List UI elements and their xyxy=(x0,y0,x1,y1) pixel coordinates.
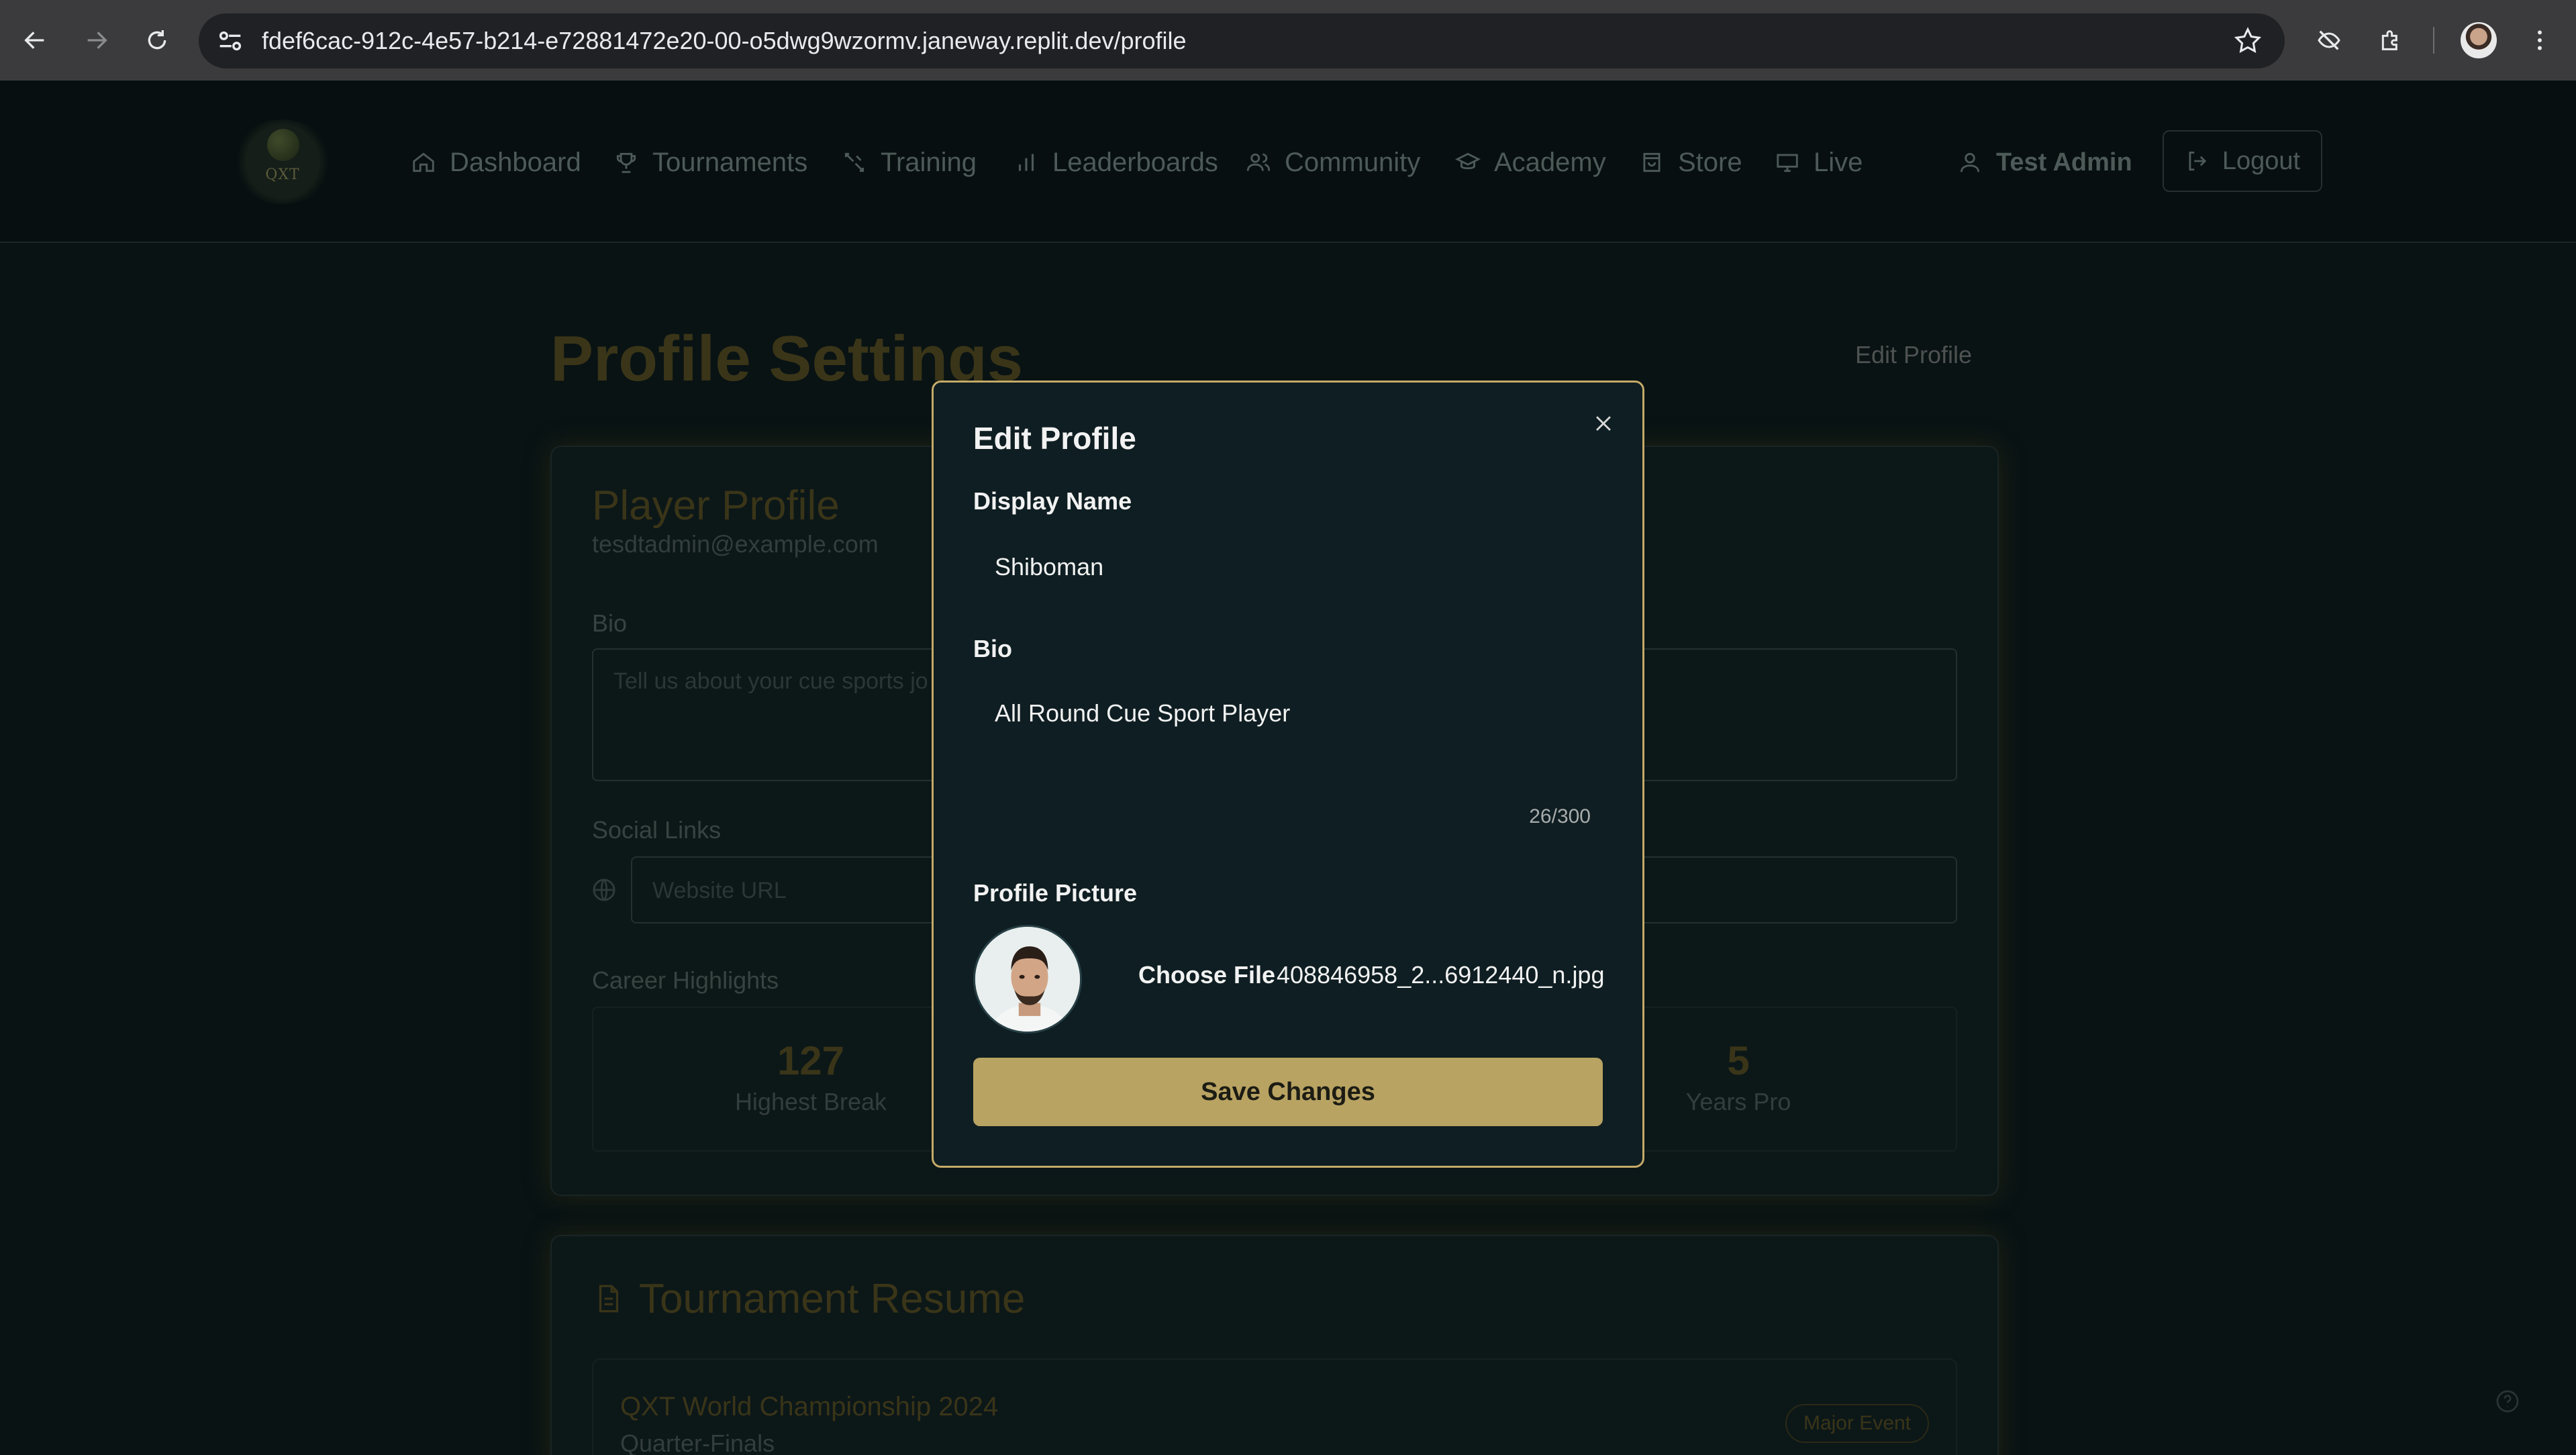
resume-event-result: Quarter-Finals xyxy=(620,1429,775,1455)
reload-icon xyxy=(148,30,166,50)
stat-label: Highest Break xyxy=(734,1088,887,1115)
display-name-label: Display Name xyxy=(973,487,1132,515)
nav-label: Community xyxy=(1285,147,1421,177)
profile-picture-label: Profile Picture xyxy=(973,879,1138,907)
career-highlights-label: Career Highlights xyxy=(592,966,779,994)
choose-file-button[interactable]: Choose File xyxy=(1138,961,1275,989)
nav-live[interactable]: Live xyxy=(1775,141,1863,184)
logout-button[interactable]: Logout xyxy=(2163,130,2322,192)
nav-store[interactable]: Store xyxy=(1639,141,1742,184)
display-name-input[interactable] xyxy=(973,538,1603,596)
bio-label: Bio xyxy=(592,609,628,637)
home-icon xyxy=(413,152,434,172)
store-icon xyxy=(1643,152,1661,172)
toolbar-divider xyxy=(2433,27,2434,54)
eye-off-extension-icon xyxy=(2318,30,2340,50)
major-event-badge: Major Event xyxy=(1785,1404,1929,1443)
bio-textarea[interactable]: All Round Cue Sport Player xyxy=(973,685,1603,805)
social-links-label: Social Links xyxy=(592,816,722,844)
modal-title: Edit Profile xyxy=(973,421,1136,456)
website-placeholder: Website URL xyxy=(652,878,787,903)
forward-button[interactable] xyxy=(78,21,115,59)
user-menu[interactable]: Test Admin xyxy=(1957,141,2132,184)
nav-label: Leaderboards xyxy=(1052,147,1218,177)
url-text[interactable]: fdef6cac-912c-4e57-b214-e72881472e20-00-… xyxy=(262,13,1187,68)
browser-profile-avatar[interactable] xyxy=(2461,22,2497,58)
profile-avatar xyxy=(973,925,1082,1034)
nav-label: Training xyxy=(881,147,977,177)
url-host: fdef6cac-912c-4e57-b214-e72881472e20-00-… xyxy=(262,27,1114,54)
site-settings-icon[interactable] xyxy=(215,26,246,56)
forward-arrow-icon xyxy=(87,32,107,49)
extension-button[interactable] xyxy=(2310,21,2348,59)
logo-ball-icon xyxy=(267,129,299,161)
stat-value: 5 xyxy=(1727,1038,1750,1083)
url-path: /profile xyxy=(1113,27,1187,54)
nav-tournaments[interactable]: Tournaments xyxy=(613,141,807,184)
bio-placeholder: Tell us about your cue sports jo xyxy=(613,668,928,694)
reload-button[interactable] xyxy=(138,21,176,59)
bar-chart-icon xyxy=(1018,154,1034,171)
trophy-icon xyxy=(616,152,636,173)
nav-label: Live xyxy=(1814,147,1863,177)
close-modal-button[interactable] xyxy=(1588,408,1619,439)
user-icon xyxy=(1960,152,1980,172)
nav-label: Academy xyxy=(1494,147,1606,177)
logout-icon xyxy=(2189,151,2206,171)
nav-dashboard[interactable]: Dashboard xyxy=(411,141,581,184)
address-bar[interactable]: fdef6cac-912c-4e57-b214-e72881472e20-00-… xyxy=(199,13,2285,68)
bio-character-counter: 26/300 xyxy=(1529,805,1591,827)
bookmark-star-icon[interactable] xyxy=(2232,26,2263,56)
stat-label: Years Pro xyxy=(1685,1088,1791,1115)
more-vertical-icon xyxy=(2538,30,2542,50)
stat-value: 127 xyxy=(777,1038,845,1083)
users-icon xyxy=(1246,153,1271,171)
player-profile-title: Player Profile xyxy=(592,483,840,529)
stat-highest-break: 127 Highest Break xyxy=(677,1038,945,1116)
globe-icon xyxy=(593,879,615,901)
save-changes-button[interactable]: Save Changes xyxy=(973,1058,1603,1126)
stat-years-pro: 5 Years Pro xyxy=(1604,1038,1873,1116)
qxt-logo[interactable]: QXT xyxy=(232,119,333,204)
nav-label: Tournaments xyxy=(652,147,808,177)
nav-academy[interactable]: Academy xyxy=(1455,141,1606,184)
modal-bio-label: Bio xyxy=(973,635,1012,662)
player-email: tesdtadmin@example.com xyxy=(592,530,879,558)
browser-menu-button[interactable] xyxy=(2521,21,2559,59)
nav-leaderboards[interactable]: Leaderboards xyxy=(1013,141,1218,184)
logout-label: Logout xyxy=(2222,146,2301,175)
resume-event-name: QXT World Championship 2024 xyxy=(620,1392,999,1421)
training-icon xyxy=(844,152,864,172)
browser-toolbar: fdef6cac-912c-4e57-b214-e72881472e20-00-… xyxy=(0,0,2576,81)
edit-profile-link[interactable]: Edit Profile xyxy=(1855,341,1972,369)
selected-file-name: 408846958_2...6912440_n.jpg xyxy=(1277,961,1605,989)
graduation-cap-icon xyxy=(1455,152,1481,170)
nav-label: Store xyxy=(1678,147,1742,177)
nav-training[interactable]: Training xyxy=(842,141,977,184)
back-arrow-icon xyxy=(24,32,44,49)
help-icon[interactable] xyxy=(2494,1388,2521,1415)
avatar-portrait-icon xyxy=(975,927,1080,1032)
nav-community[interactable]: Community xyxy=(1246,141,1420,184)
nav-label: Dashboard xyxy=(450,147,581,177)
monitor-icon xyxy=(1777,154,1798,172)
logo-text: QXT xyxy=(265,166,300,183)
extensions-button[interactable] xyxy=(2372,21,2410,59)
user-name: Test Admin xyxy=(1996,148,2132,177)
close-icon xyxy=(1596,416,1611,431)
puzzle-icon xyxy=(2381,30,2397,50)
document-icon xyxy=(599,1285,619,1313)
back-button[interactable] xyxy=(16,21,54,59)
tournament-resume-title: Tournament Resume xyxy=(639,1276,1026,1322)
